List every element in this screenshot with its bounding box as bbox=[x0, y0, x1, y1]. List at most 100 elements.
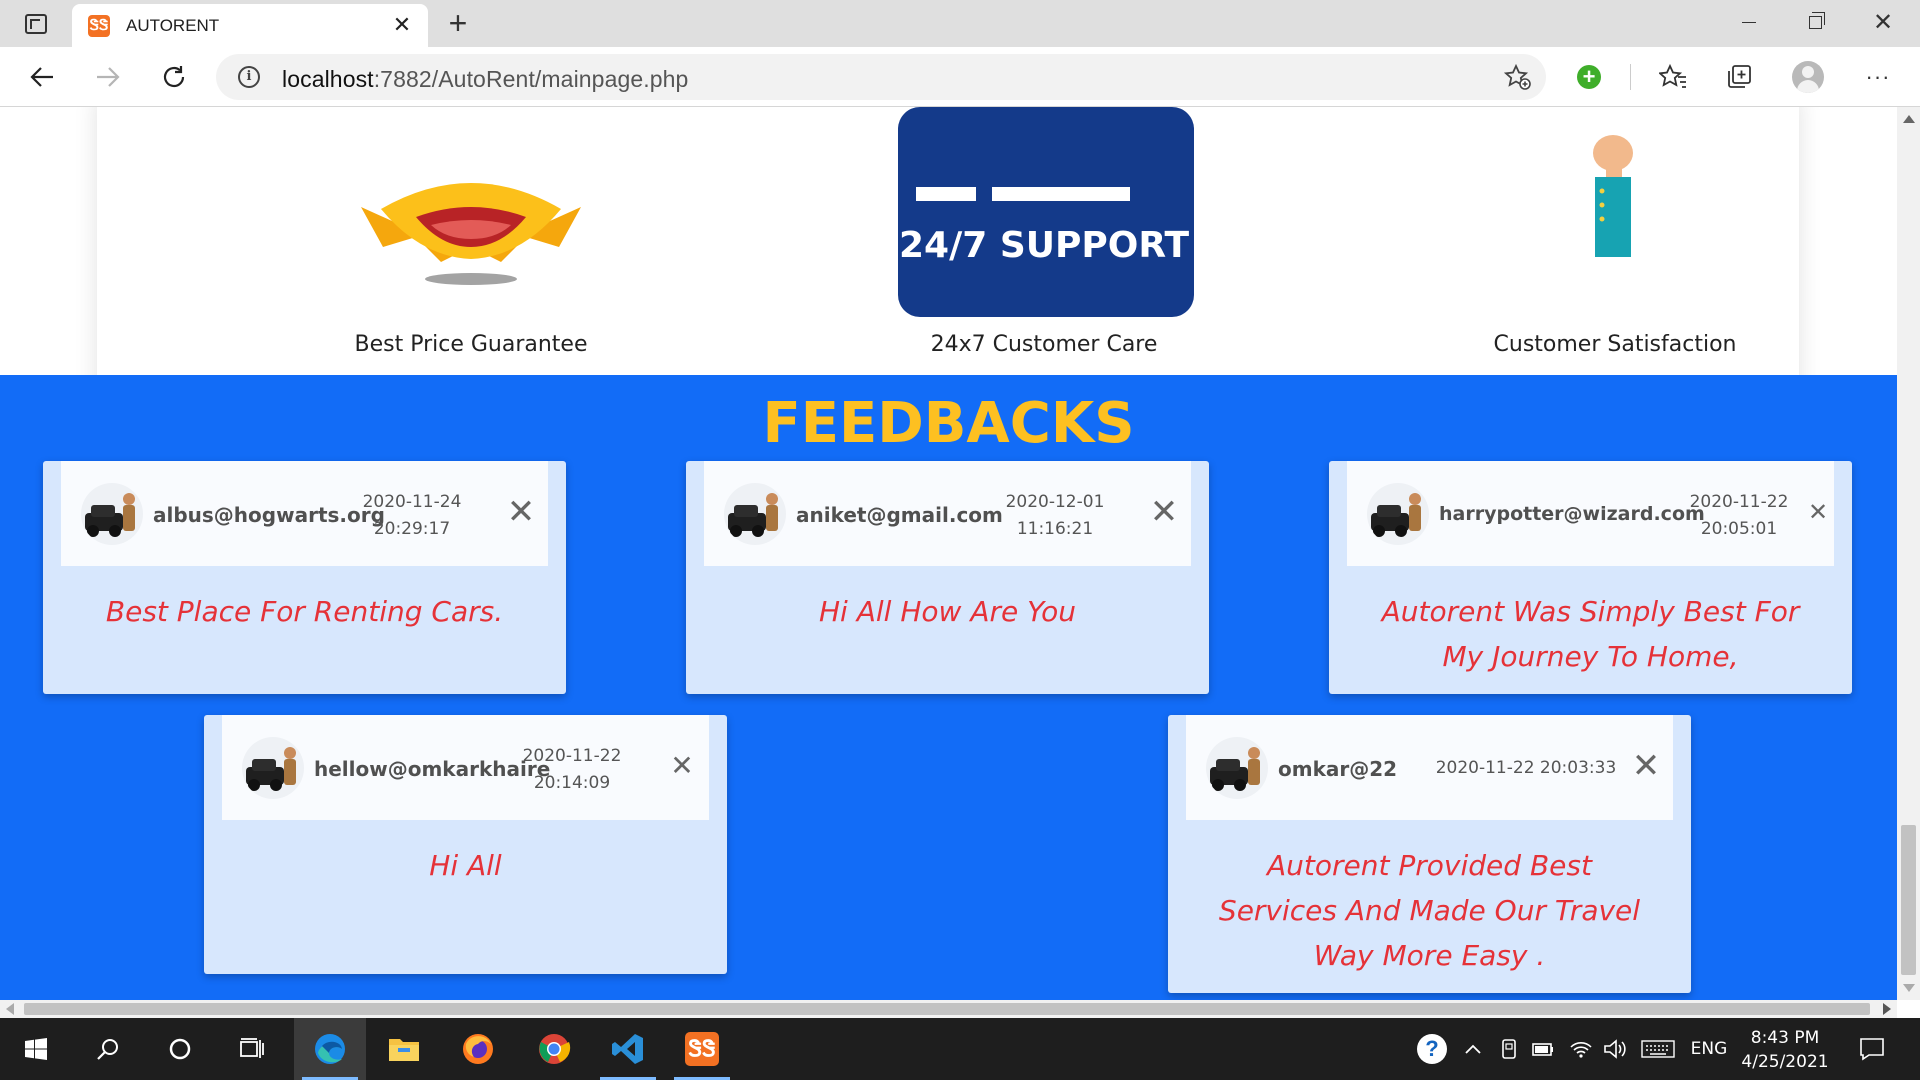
feature-label: 24x7 Customer Care bbox=[930, 332, 1158, 357]
url-text[interactable]: localhost:7882/AutoRent/mainpage.php bbox=[282, 66, 688, 93]
page-viewport: Best Price Guarantee 24/7 SUPPORT 24x7 C… bbox=[0, 107, 1897, 1000]
horizontal-scroll-thumb[interactable] bbox=[24, 1003, 1870, 1015]
feature-customer-satisfaction: Customer Satisfaction bbox=[1415, 107, 1815, 357]
vertical-scroll-thumb[interactable] bbox=[1901, 825, 1916, 975]
keyboard-icon[interactable] bbox=[1636, 1018, 1680, 1080]
scroll-down-icon[interactable] bbox=[1903, 984, 1915, 992]
scroll-up-icon[interactable] bbox=[1903, 115, 1915, 123]
thumbs-up-icon bbox=[1593, 135, 1633, 257]
language-indicator[interactable]: ENG bbox=[1686, 1018, 1732, 1080]
device-icon[interactable] bbox=[1492, 1018, 1526, 1080]
windows-taskbar: ᏕᏕ ? ENG 8:43 PM 4/25/2021 bbox=[0, 1018, 1920, 1080]
support-banner-icon bbox=[898, 107, 1194, 317]
address-bar[interactable]: i localhost:7882/AutoRent/mainpage.php bbox=[216, 54, 1546, 100]
tab-title: AUTORENT bbox=[126, 16, 220, 35]
feedback-card: aniket@gmail.com 2020-12-01 11:16:21 ✕ H… bbox=[686, 461, 1209, 694]
feedback-message: Best Place For Renting Cars. bbox=[105, 595, 504, 628]
vscode-icon[interactable] bbox=[592, 1018, 664, 1080]
feedback-card-header: harrypotter@wizard.com 2020-11-22 20:05:… bbox=[1347, 461, 1834, 566]
browser-tab-bar: ᏕᏕ AUTORENT ✕ + ✕ bbox=[0, 0, 1920, 47]
chrome-icon[interactable] bbox=[518, 1018, 590, 1080]
feedback-timestamp: 2020-12-01 11:16:21 bbox=[1005, 492, 1105, 539]
firefox-icon[interactable] bbox=[442, 1018, 514, 1080]
feedback-message: Autorent Was Simply Best For My Journey … bbox=[1381, 595, 1800, 673]
feedback-section: FEEDBACKS albus@hogwarts.org 2020-11-24 … bbox=[0, 375, 1897, 1000]
feedback-card-header: omkar@22 2020-11-22 20:03:33 ✕ bbox=[1186, 715, 1673, 820]
back-button[interactable] bbox=[22, 57, 62, 97]
tab-actions-icon[interactable] bbox=[10, 7, 62, 41]
feedback-card: albus@hogwarts.org 2020-11-24 20:29:17 ✕… bbox=[43, 461, 566, 694]
volume-icon[interactable] bbox=[1598, 1018, 1632, 1080]
refresh-button[interactable] bbox=[154, 57, 194, 97]
window-close-button[interactable]: ✕ bbox=[1850, 0, 1916, 44]
toolbar-divider bbox=[1630, 64, 1631, 90]
feature-customer-care: 24/7 SUPPORT 24x7 Customer Care bbox=[844, 107, 1244, 357]
support-banner-text: 24/7 SUPPORT bbox=[898, 225, 1190, 266]
delete-feedback-icon[interactable]: ✕ bbox=[1629, 749, 1663, 783]
feedback-email: harrypotter@wizard.com bbox=[1439, 503, 1705, 525]
battery-icon[interactable] bbox=[1526, 1018, 1560, 1080]
cortana-icon[interactable] bbox=[144, 1018, 216, 1080]
help-icon[interactable]: ? bbox=[1412, 1018, 1452, 1080]
wifi-icon[interactable] bbox=[1564, 1018, 1598, 1080]
new-tab-button[interactable]: + bbox=[440, 6, 476, 42]
chevron-up-icon[interactable] bbox=[1456, 1018, 1490, 1080]
horizontal-scrollbar[interactable] bbox=[0, 1000, 1897, 1018]
feedback-card-header: aniket@gmail.com 2020-12-01 11:16:21 ✕ bbox=[704, 461, 1191, 566]
browser-tab-autorent[interactable]: ᏕᏕ AUTORENT ✕ bbox=[72, 4, 428, 47]
feedback-card: hellow@omkarkhaire 2020-11-22 20:14:09 ✕… bbox=[204, 715, 727, 974]
scroll-right-icon[interactable] bbox=[1883, 1003, 1891, 1015]
more-icon[interactable]: ··· bbox=[1860, 59, 1896, 95]
features-card: Best Price Guarantee 24/7 SUPPORT 24x7 C… bbox=[97, 107, 1799, 405]
feedback-email: hellow@omkarkhaire bbox=[314, 757, 551, 781]
feedback-message: Autorent Provided Best Services And Made… bbox=[1218, 849, 1641, 972]
delete-feedback-icon[interactable]: ✕ bbox=[665, 749, 699, 783]
extension-icon[interactable]: + bbox=[1571, 59, 1607, 95]
xampp-icon[interactable]: ᏕᏕ bbox=[666, 1018, 738, 1080]
notification-icon[interactable] bbox=[1850, 1018, 1894, 1080]
xampp-favicon-icon: ᏕᏕ bbox=[88, 15, 110, 37]
profile-icon[interactable] bbox=[1790, 59, 1826, 95]
add-favorite-icon[interactable] bbox=[1503, 63, 1532, 98]
window-restore-button[interactable] bbox=[1782, 0, 1848, 44]
delete-feedback-icon[interactable]: ✕ bbox=[1147, 495, 1181, 529]
collections-icon[interactable] bbox=[1721, 59, 1757, 95]
feedback-title: FEEDBACKS bbox=[762, 391, 1135, 456]
feedback-card: harrypotter@wizard.com 2020-11-22 20:05:… bbox=[1329, 461, 1852, 694]
vertical-scrollbar[interactable] bbox=[1897, 107, 1920, 1000]
feedback-timestamp: 2020-11-22 20:03:33 bbox=[1435, 758, 1617, 778]
tab-close-icon[interactable]: ✕ bbox=[388, 11, 416, 39]
system-clock[interactable]: 8:43 PM 4/25/2021 bbox=[1735, 1026, 1835, 1074]
file-explorer-icon[interactable] bbox=[368, 1018, 440, 1080]
task-view-icon[interactable] bbox=[216, 1018, 288, 1080]
feedback-email: omkar@22 bbox=[1278, 757, 1398, 781]
feedback-email: albus@hogwarts.org bbox=[153, 503, 385, 527]
feature-label: Best Price Guarantee bbox=[354, 332, 588, 357]
window-minimize-button[interactable] bbox=[1716, 0, 1782, 44]
back-arrow-icon bbox=[30, 67, 53, 87]
scroll-left-icon[interactable] bbox=[6, 1003, 14, 1015]
favorites-icon[interactable] bbox=[1655, 59, 1691, 95]
forward-arrow-icon bbox=[97, 67, 120, 87]
user-avatar bbox=[1206, 737, 1268, 799]
feedback-message: Hi All How Are You bbox=[818, 595, 1077, 628]
user-avatar bbox=[724, 483, 786, 545]
user-avatar bbox=[242, 737, 304, 799]
feedback-card-header: albus@hogwarts.org 2020-11-24 20:29:17 ✕ bbox=[61, 461, 548, 566]
delete-feedback-icon[interactable]: ✕ bbox=[504, 495, 538, 529]
delete-feedback-icon[interactable]: ✕ bbox=[1801, 495, 1835, 529]
search-icon[interactable] bbox=[72, 1018, 144, 1080]
browser-toolbar: i localhost:7882/AutoRent/mainpage.php +… bbox=[0, 47, 1920, 107]
feedback-card-header: hellow@omkarkhaire 2020-11-22 20:14:09 ✕ bbox=[222, 715, 709, 820]
feature-best-price: Best Price Guarantee bbox=[271, 107, 671, 357]
user-avatar bbox=[81, 483, 143, 545]
info-icon[interactable]: i bbox=[238, 66, 260, 88]
feedback-card: omkar@22 2020-11-22 20:03:33 ✕ Autorent … bbox=[1168, 715, 1691, 993]
feedback-message: Hi All bbox=[429, 849, 502, 882]
best-price-badge-icon bbox=[361, 183, 581, 285]
windows-start-icon[interactable] bbox=[0, 1018, 72, 1080]
feature-label: Customer Satisfaction bbox=[1493, 332, 1737, 357]
edge-icon[interactable] bbox=[294, 1018, 366, 1080]
forward-button[interactable] bbox=[88, 57, 128, 97]
feedback-timestamp: 2020-11-22 20:14:09 bbox=[522, 746, 622, 793]
